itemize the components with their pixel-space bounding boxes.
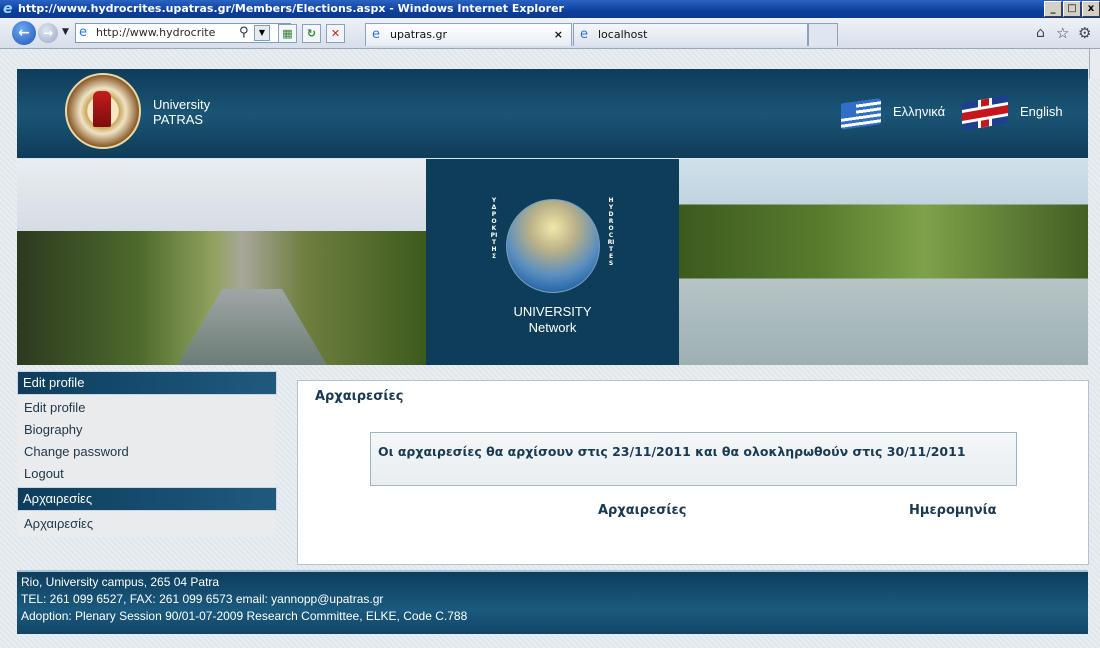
window-title-bar: e http://www.hydrocrites.upatras.gr/Memb… [0,0,1100,18]
history-dropdown-icon[interactable]: ▼ [62,27,69,37]
language-english-link[interactable]: English [1020,104,1063,119]
tools-gear-icon[interactable]: ⚙ [1078,24,1091,42]
tab-upatras[interactable]: e upatras.gr × [365,23,572,46]
election-notice-text: Οι αρχαιρεσίες θα αρχίσουν στις 23/11/20… [378,444,966,459]
favorites-star-icon[interactable]: ☆ [1056,24,1069,42]
tab-page-icon: e [372,27,380,42]
compatibility-view-icon[interactable]: ▦ [278,24,297,43]
column-header-elections: Αρχαιρεσίες [598,503,687,518]
logo-text-latin: HYDROCRITES [607,197,615,267]
sidebar-item-change-password[interactable]: Change password [17,441,275,463]
logo-caption-line1: UNIVERSITY [513,304,592,319]
logo-caption-line2: Network [528,320,577,335]
tab-label: localhost [598,28,648,41]
address-bar[interactable]: e http://www.hydrocrites. ⚲ ▼ [75,23,291,43]
site-header: University PATRAS Ελληνικά English [17,69,1088,160]
browser-toolbar: ← → ▼ e http://www.hydrocrites. ⚲ ▼ ▦ ↻ … [0,18,1100,49]
sidebar-item-biography[interactable]: Biography [17,419,275,441]
scales-globe-logo-icon [506,199,600,293]
election-notice-box: Οι αρχαιρεσίες θα αρχίσουν στις 23/11/20… [370,432,1017,486]
sidebar-item-logout[interactable]: Logout [17,463,275,485]
minimize-button[interactable]: _ [1044,1,1062,17]
university-name: University PATRAS [153,97,210,127]
maximize-button[interactable]: □ [1063,1,1081,17]
window-controls: _ □ x [1043,1,1100,17]
logo-caption: UNIVERSITY Network [426,304,679,336]
site-footer: Rio, University campus, 265 04 Patra TEL… [17,570,1088,634]
tab-page-icon: e [580,27,588,42]
stop-icon[interactable]: ✕ [326,24,345,43]
river-photo-left [17,159,426,365]
tab-localhost[interactable]: e localhost [573,23,808,46]
sidebar-item-edit-profile[interactable]: Edit profile [17,397,275,419]
language-greek-link[interactable]: Ελληνικά [893,104,945,119]
refresh-icon[interactable]: ↻ [302,24,321,43]
back-arrow-icon[interactable]: ← [12,21,36,45]
search-icon[interactable]: ⚲ [239,24,249,42]
university-name-line1: University [153,97,211,112]
footer-address: Rio, University campus, 265 04 Patra [21,575,220,589]
river-photo-right [679,159,1088,365]
page-title: Αρχαιρεσίες [315,389,404,404]
university-name-line2: PATRAS [153,112,204,127]
ie-logo-icon: e [3,1,13,17]
window-title: http://www.hydrocrites.upatras.gr/Member… [18,2,564,15]
tab-label: upatras.gr [390,28,448,41]
sidebar-heading-edit-profile: Edit profile [17,371,277,395]
sidebar-heading-elections: Αρχαιρεσίες [17,487,277,511]
close-window-button[interactable]: x [1082,1,1100,17]
sidebar-list-profile: Edit profile Biography Change password L… [17,395,275,487]
column-header-date: Ημερομηνία [909,503,997,518]
vertical-scrollbar[interactable] [1089,49,1100,79]
tab-close-icon[interactable]: × [554,24,563,46]
sidebar-item-elections[interactable]: Αρχαιρεσίες [17,513,275,535]
page-icon: e [79,25,87,40]
logo-text-greek: ΥΔΡΟΚΡΙΤΗΣ [490,197,498,260]
university-seal-icon [65,73,141,149]
greek-flag-icon[interactable] [841,98,881,130]
footer-contact: TEL: 261 099 6527, FAX: 261 099 6573 ema… [21,592,384,606]
new-tab-button[interactable] [808,23,838,46]
main-content: Αρχαιρεσίες Οι αρχαιρεσίες θα αρχίσουν σ… [297,380,1089,565]
uk-flag-icon[interactable] [962,94,1008,132]
address-dropdown-icon[interactable]: ▼ [254,25,270,41]
hydrocrites-logo-area: ΥΔΡΟΚΡΙΤΗΣ HYDROCRITES UNIVERSITY Networ… [426,159,679,365]
address-url[interactable]: http://www.hydrocrites. [96,24,216,42]
sidebar: Edit profile Edit profile Biography Chan… [17,371,277,537]
banner: ΥΔΡΟΚΡΙΤΗΣ HYDROCRITES UNIVERSITY Networ… [17,159,1088,365]
sidebar-list-elections: Αρχαιρεσίες [17,511,275,537]
footer-adoption: Adoption: Plenary Session 90/01-07-2009 … [21,609,468,623]
forward-arrow-icon[interactable]: → [38,23,58,43]
home-icon[interactable]: ⌂ [1036,25,1045,41]
